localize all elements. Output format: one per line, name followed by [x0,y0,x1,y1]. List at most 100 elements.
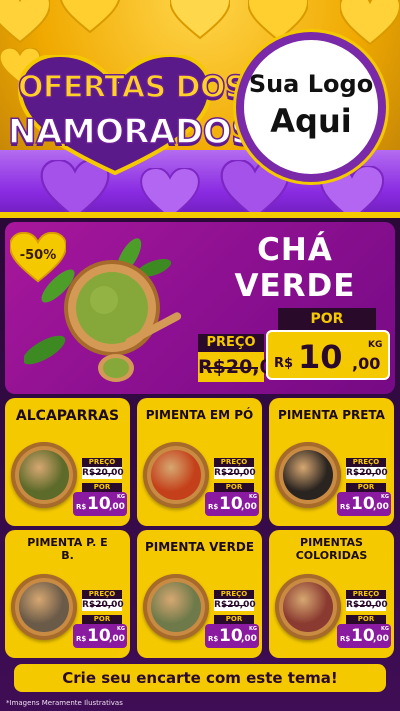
price-unit: KG [117,494,125,500]
spice-fill [151,582,201,632]
logo-placeholder: Sua Logo Aqui [236,32,386,182]
old-price-label: PREÇO [82,458,122,467]
spice-bowl-image [143,574,209,640]
spice-bowl-image [143,442,209,508]
new-price: R$ 10 ,00 KG [337,624,391,648]
spice-bowl-image [275,574,341,640]
spice-fill [19,450,69,500]
price-currency: R$ [274,356,294,371]
old-price: R$20,00 [82,467,124,479]
heart-icon [140,167,200,215]
spice-fill [151,450,201,500]
old-price: R$20,00 [214,599,256,611]
price-decimal: ,00 [352,354,381,373]
new-price-label: POR [214,483,254,492]
price-unit: KG [117,626,125,632]
price-currency: R$ [340,635,351,643]
new-price: R$ 10 ,00 KG [205,624,259,648]
product-name: PIMENTA PRETA [278,408,385,422]
new-price-label: POR [278,308,376,330]
spice-bowl-image [11,574,77,640]
product-name: PIMENTA P. E B. [27,536,108,562]
new-price-label: POR [346,615,386,624]
header-banner: OFERTAS DOS NAMORADOS Sua Logo Aqui [0,0,400,215]
old-price: R$20,00 [82,599,124,611]
price-integer: 10 [219,626,243,646]
price-unit: KG [381,494,389,500]
spice-fill [283,450,333,500]
product-name: PIMENTA EM PÓ [145,408,254,422]
spice-fill [283,582,333,632]
strikethrough [90,473,114,474]
product-name: ALCAPARRAS [15,408,120,424]
price-decimal: ,00 [373,634,389,644]
title-line-2: NAMORADOS [7,111,256,153]
new-price: R$ 10 ,00 KG [337,492,391,516]
new-price: R$ 10 ,00 KG [73,624,127,648]
featured-name-line-2: VERDE [234,268,356,304]
new-price: R$ 10 ,00 KG [205,492,259,516]
logo-text-line-1: Sua Logo [248,70,374,98]
price-integer: 10 [351,494,375,514]
price-integer: 10 [87,494,111,514]
price-integer: 10 [298,338,343,376]
featured-product-name: CHÁ VERDE [200,232,390,304]
strikethrough [222,605,246,606]
price-decimal: ,00 [109,634,125,644]
product-name: PIMENTA VERDE [144,540,255,554]
price-unit: KG [381,626,389,632]
price-decimal: ,00 [109,502,125,512]
price-currency: R$ [76,503,87,511]
price-decimal: ,00 [241,502,257,512]
old-price-label: PREÇO [214,590,254,599]
price-unit: KG [249,494,257,500]
price-currency: R$ [208,635,219,643]
price-integer: 10 [87,626,111,646]
product-name: PIMENTAS COLORIDAS [295,536,368,562]
old-price-label: PREÇO [214,458,254,467]
flyer: OFERTAS DOS NAMORADOS Sua Logo Aqui -50%… [0,0,400,711]
old-price: R$20,00 [198,352,286,382]
product-card: ALCAPARRAS PREÇO R$20,00 POR R$ 10 ,00 K… [5,398,130,526]
price-unit: KG [368,340,383,350]
discount-label: -50% [19,248,57,263]
new-price: R$ 10 ,00 KG [73,492,127,516]
title-line-1: OFERTAS DOS [17,69,247,106]
price-currency: R$ [340,503,351,511]
product-card: PIMENTA P. E B. PREÇO R$20,00 POR R$ 10 … [5,530,130,658]
price-currency: R$ [208,503,219,511]
price-unit: KG [249,626,257,632]
strikethrough [90,605,114,606]
product-card: PIMENTA PRETA PREÇO R$20,00 POR R$ 10 ,0… [269,398,394,526]
old-price-label: PREÇO [198,334,264,352]
spice-bowl-image [11,442,77,508]
price-integer: 10 [351,626,375,646]
old-price-label: PREÇO [346,590,386,599]
product-card: PIMENTA EM PÓ PREÇO R$20,00 POR R$ 10 ,0… [137,398,262,526]
spice-bowl-image [275,442,341,508]
new-price: R$ 10 ,00 KG [266,330,390,380]
new-price-label: POR [346,483,386,492]
new-price-label: POR [82,483,122,492]
strikethrough [354,605,378,606]
price-integer: 10 [219,494,243,514]
new-price-label: POR [214,615,254,624]
old-price: R$20,00 [346,599,388,611]
product-card: PIMENTA VERDE PREÇO R$20,00 POR R$ 10 ,0… [137,530,262,658]
strikethrough [354,473,378,474]
new-price-label: POR [82,615,122,624]
disclaimer: *Imagens Meramente Ilustrativas [6,699,123,707]
price-decimal: ,00 [373,502,389,512]
logo-text-line-2: Aqui [270,102,352,140]
heart-icon [0,0,52,44]
old-price: R$20,00 [346,467,388,479]
heart-icon [338,0,400,46]
product-card: PIMENTAS COLORIDAS PREÇO R$20,00 POR R$ … [269,530,394,658]
heart-icon [59,0,121,34]
strikethrough [222,473,246,474]
cta-banner[interactable]: Crie seu encarte com este tema! [14,664,386,692]
featured-name-line-1: CHÁ [257,232,333,268]
old-price: R$20,00 [214,467,256,479]
price-decimal: ,00 [241,634,257,644]
old-price-label: PREÇO [82,590,122,599]
